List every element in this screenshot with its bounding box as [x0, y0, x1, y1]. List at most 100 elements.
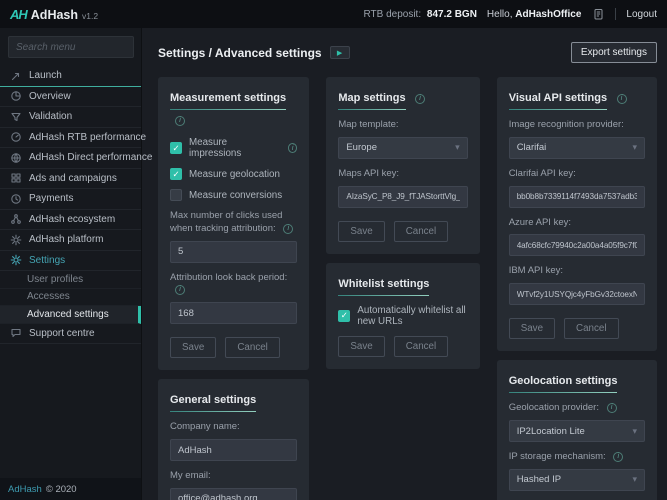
network-icon — [10, 213, 22, 225]
maps-api-key-input[interactable] — [338, 186, 467, 208]
map-template-select[interactable]: Europe ▾ — [338, 137, 467, 159]
clarifai-key-input[interactable] — [509, 186, 645, 208]
info-icon[interactable]: i — [607, 403, 617, 413]
clipboard-icon[interactable] — [591, 7, 605, 21]
selected-value: IP2Location Lite — [517, 426, 585, 437]
sidebar-item-ecosystem[interactable]: AdHash ecosystem — [0, 210, 141, 231]
azure-key-label: Azure API key: — [509, 217, 645, 230]
cancel-button[interactable]: Cancel — [394, 221, 449, 242]
cancel-button[interactable]: Cancel — [225, 337, 280, 358]
my-email-input[interactable] — [170, 488, 297, 500]
user-greeting: Hello, AdHashOffice — [487, 9, 581, 20]
sidebar-item-label: AdHash RTB performance — [29, 132, 146, 143]
save-button[interactable]: Save — [338, 336, 384, 357]
checkbox-measure-geolocation[interactable]: ✓ Measure geolocation — [170, 168, 297, 180]
save-button[interactable]: Save — [509, 318, 555, 339]
info-icon[interactable]: i — [283, 224, 293, 234]
sidebar-item-platform[interactable]: AdHash platform — [0, 230, 141, 251]
rtb-deposit-value: 847.2 BGN — [427, 9, 477, 20]
save-button[interactable]: Save — [170, 337, 216, 358]
card-title: Map settings — [338, 92, 405, 110]
lookback-input[interactable] — [170, 302, 297, 324]
image-provider-select[interactable]: Clarifai ▾ — [509, 137, 645, 159]
version-label: v1.2 — [82, 11, 98, 21]
topbar: AH AdHash v1.2 RTB deposit: 847.2 BGN He… — [0, 0, 667, 28]
main-content: Settings / Advanced settings ▶ Export se… — [142, 28, 667, 500]
checkbox-unchecked-icon — [170, 189, 182, 201]
adhash-logo[interactable]: AH AdHash v1.2 — [10, 7, 98, 22]
rtb-deposit-label: RTB deposit: — [363, 9, 421, 20]
azure-key-input[interactable] — [509, 234, 645, 256]
checkbox-measure-conversions[interactable]: Measure conversions — [170, 189, 297, 201]
ip-storage-select[interactable]: Hashed IP ▾ — [509, 469, 645, 491]
max-clicks-input[interactable] — [170, 241, 297, 263]
rtb-deposit: RTB deposit: 847.2 BGN — [363, 9, 476, 20]
sidebar-item-support-centre[interactable]: Support centre — [0, 324, 141, 345]
chat-icon — [10, 327, 22, 339]
cancel-button[interactable]: Cancel — [564, 318, 619, 339]
footer-copyright: © 2020 — [46, 484, 77, 495]
cog-icon — [10, 234, 22, 246]
field-label-text: Geolocation provider: — [509, 402, 599, 413]
topbar-divider — [615, 8, 616, 20]
sidebar-item-label: AdHash platform — [29, 234, 103, 245]
ibm-key-input[interactable] — [509, 283, 645, 305]
checkbox-auto-whitelist[interactable]: ✓ Automatically whitelist all new URLs — [338, 305, 467, 327]
sidebar-item-payments[interactable]: Payments — [0, 189, 141, 210]
card-title: Visual API settings — [509, 92, 607, 110]
sidebar-item-label: AdHash Direct performance — [29, 152, 152, 163]
breadcrumb: Settings / Advanced settings ▶ — [158, 46, 350, 60]
clock-icon — [10, 193, 22, 205]
sidebar-subitem-user-profiles[interactable]: User profiles — [0, 271, 141, 289]
checkbox-label: Measure impressions — [189, 137, 276, 159]
sidebar-subitem-accesses[interactable]: Accesses — [0, 289, 141, 307]
sidebar-item-direct-performance[interactable]: AdHash Direct performance — [0, 148, 141, 169]
general-settings-card: General settings Company name: My email:… — [158, 379, 309, 500]
info-icon[interactable]: i — [415, 94, 425, 104]
sidebar-item-label: Overview — [29, 91, 71, 102]
checkbox-checked-icon: ✓ — [170, 142, 182, 154]
sidebar-nav: Launch Overview Validation AdHash RTB pe… — [0, 66, 141, 344]
footer-brand-link[interactable]: AdHash — [8, 484, 42, 495]
geolocation-settings-card: Geolocation settings Geolocation provide… — [497, 360, 657, 500]
field-label-text: IP storage mechanism: — [509, 451, 606, 462]
sidebar-subitem-advanced-settings[interactable]: Advanced settings — [0, 306, 141, 324]
play-tutorial-button[interactable]: ▶ — [330, 46, 350, 59]
username: AdHashOffice — [515, 9, 581, 20]
globe-icon — [10, 152, 22, 164]
gauge-icon — [10, 131, 22, 143]
save-button[interactable]: Save — [338, 221, 384, 242]
subitem-label: User profiles — [27, 274, 83, 285]
info-icon[interactable]: i — [175, 285, 185, 295]
visual-api-settings-card: Visual API settings i Image recognition … — [497, 77, 657, 351]
info-icon[interactable]: i — [288, 143, 297, 153]
company-name-label: Company name: — [170, 421, 297, 434]
info-icon[interactable]: i — [175, 116, 185, 126]
image-provider-label: Image recognition provider: — [509, 119, 645, 132]
checkbox-measure-impressions[interactable]: ✓ Measure impressions i — [170, 137, 297, 159]
sidebar-item-launch[interactable]: Launch — [0, 66, 141, 87]
export-settings-button[interactable]: Export settings — [571, 42, 657, 63]
sidebar-item-label: Settings — [29, 255, 65, 266]
pie-icon — [10, 90, 22, 102]
sidebar-item-validation[interactable]: Validation — [0, 107, 141, 128]
sidebar-item-label: Validation — [29, 111, 72, 122]
search-input[interactable] — [8, 36, 134, 58]
chevron-down-icon: ▾ — [632, 474, 637, 485]
geo-provider-select[interactable]: IP2Location Lite ▾ — [509, 420, 645, 442]
gear-icon — [10, 254, 22, 266]
sidebar-item-ads-campaigns[interactable]: Ads and campaigns — [0, 169, 141, 190]
sidebar-item-rtb-performance[interactable]: AdHash RTB performance — [0, 128, 141, 149]
my-email-label: My email: — [170, 470, 297, 483]
company-name-input[interactable] — [170, 439, 297, 461]
sidebar-item-settings[interactable]: Settings — [0, 251, 141, 272]
sidebar-item-overview[interactable]: Overview — [0, 87, 141, 108]
logout-button[interactable]: Logout — [626, 9, 657, 20]
field-label-text: Attribution look back period: — [170, 272, 287, 283]
cancel-button[interactable]: Cancel — [394, 336, 449, 357]
page-title: Settings / Advanced settings — [158, 46, 322, 60]
info-icon[interactable]: i — [613, 452, 623, 462]
info-icon[interactable]: i — [617, 94, 627, 104]
card-title: Measurement settings — [170, 92, 286, 110]
sidebar-item-label: Ads and campaigns — [29, 173, 117, 184]
